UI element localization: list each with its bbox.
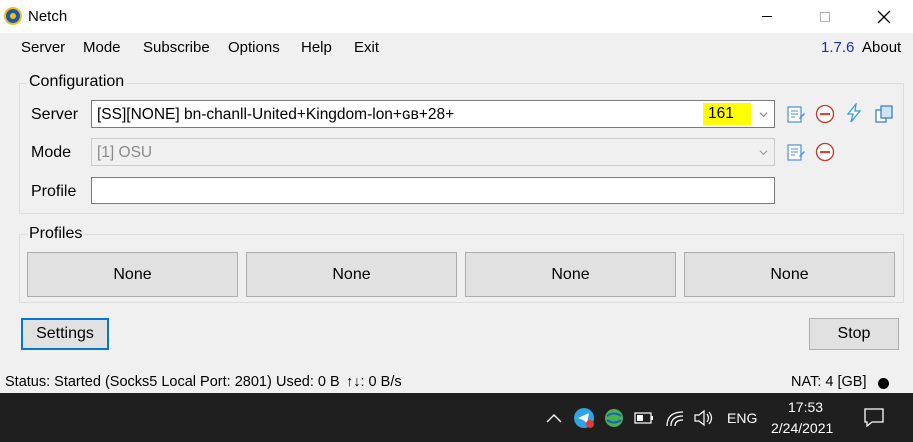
server-count-badge: 161 (703, 103, 751, 125)
settings-button[interactable]: Settings (21, 318, 109, 350)
configuration-title: Configuration (27, 73, 127, 91)
profile-button-3[interactable]: None (465, 252, 676, 297)
nat-text: NAT: 4 [GB] (791, 374, 867, 390)
wifi-tray-icon[interactable] (664, 407, 686, 429)
minimize-icon (762, 16, 772, 17)
status-indicator (878, 378, 889, 389)
wifi-icon (666, 411, 684, 427)
notifications-button[interactable] (862, 405, 886, 429)
chevron-down-icon (759, 150, 768, 156)
close-button[interactable] (855, 0, 913, 33)
status-text: Status: Started (Socks5 Local Port: 2801… (5, 374, 272, 390)
menu-help[interactable]: Help (301, 39, 332, 56)
mode-select[interactable]: [1] OSU (91, 138, 775, 166)
show-hidden-icons-button[interactable] (543, 407, 565, 429)
language-indicator[interactable]: ENG (727, 410, 757, 426)
speed-text: ↑↓: 0 B/s (346, 374, 402, 390)
close-icon (877, 10, 891, 23)
maximize-icon (820, 11, 830, 22)
menu-about[interactable]: About (862, 39, 901, 56)
profile-label: Profile (31, 183, 77, 200)
netch-tray-icon[interactable] (603, 407, 625, 429)
battery-tray-icon[interactable] (633, 407, 655, 429)
volume-tray-icon[interactable] (693, 407, 715, 429)
taskbar: ENG 17:53 2/24/2021 (0, 393, 913, 442)
netch-logo-icon (4, 7, 22, 25)
battery-icon (634, 412, 653, 424)
title-bar: Netch (0, 0, 913, 33)
profile-input[interactable] (91, 177, 775, 204)
telegram-icon (574, 408, 594, 428)
profile-button-4[interactable]: None (684, 252, 895, 297)
mode-label: Mode (31, 144, 72, 161)
menu-subscribe[interactable]: Subscribe (143, 39, 210, 56)
menu-bar: Server Mode Subscribe Options Help Exit … (0, 33, 913, 61)
chevron-down-icon (759, 112, 768, 118)
stop-button[interactable]: Stop (809, 318, 899, 350)
used-text: Used: 0 B (276, 374, 340, 390)
clock-time[interactable]: 17:53 (788, 399, 823, 415)
profiles-title: Profiles (27, 225, 85, 243)
version-link[interactable]: 1.7.6 (821, 39, 854, 56)
globe-icon (605, 409, 623, 427)
window-title: Netch (28, 8, 68, 25)
speed-test-icon[interactable] (844, 103, 864, 123)
server-select[interactable]: [SS][NONE] bn-chanll-United+Kingdom-lon+… (91, 100, 775, 128)
clock-date[interactable]: 2/24/2021 (771, 420, 833, 436)
server-label: Server (31, 106, 79, 123)
maximize-button[interactable] (796, 0, 854, 33)
status-bar: Status: Started (Socks5 Local Port: 2801… (0, 370, 913, 393)
profile-button-2[interactable]: None (246, 252, 457, 297)
netch-window: Netch Server Mode Subscribe Options Help… (0, 0, 913, 393)
menu-mode[interactable]: Mode (83, 39, 121, 56)
profile-button-1[interactable]: None (27, 252, 238, 297)
delete-mode-icon[interactable] (815, 142, 835, 162)
chevron-up-icon (546, 414, 562, 423)
edit-mode-icon[interactable] (786, 142, 806, 162)
menu-server[interactable]: Server (21, 39, 65, 56)
edit-server-icon[interactable] (786, 104, 806, 124)
server-select-value: [SS][NONE] bn-chanll-United+Kingdom-lon+… (97, 106, 455, 123)
minimize-button[interactable] (738, 0, 796, 33)
delete-server-icon[interactable] (815, 104, 835, 124)
mode-select-value: [1] OSU (97, 144, 153, 161)
speaker-icon (694, 409, 713, 427)
telegram-tray-icon[interactable] (573, 407, 595, 429)
notification-icon (864, 408, 884, 428)
copy-server-icon[interactable] (874, 104, 894, 124)
menu-options[interactable]: Options (228, 39, 280, 56)
menu-exit[interactable]: Exit (354, 39, 379, 56)
